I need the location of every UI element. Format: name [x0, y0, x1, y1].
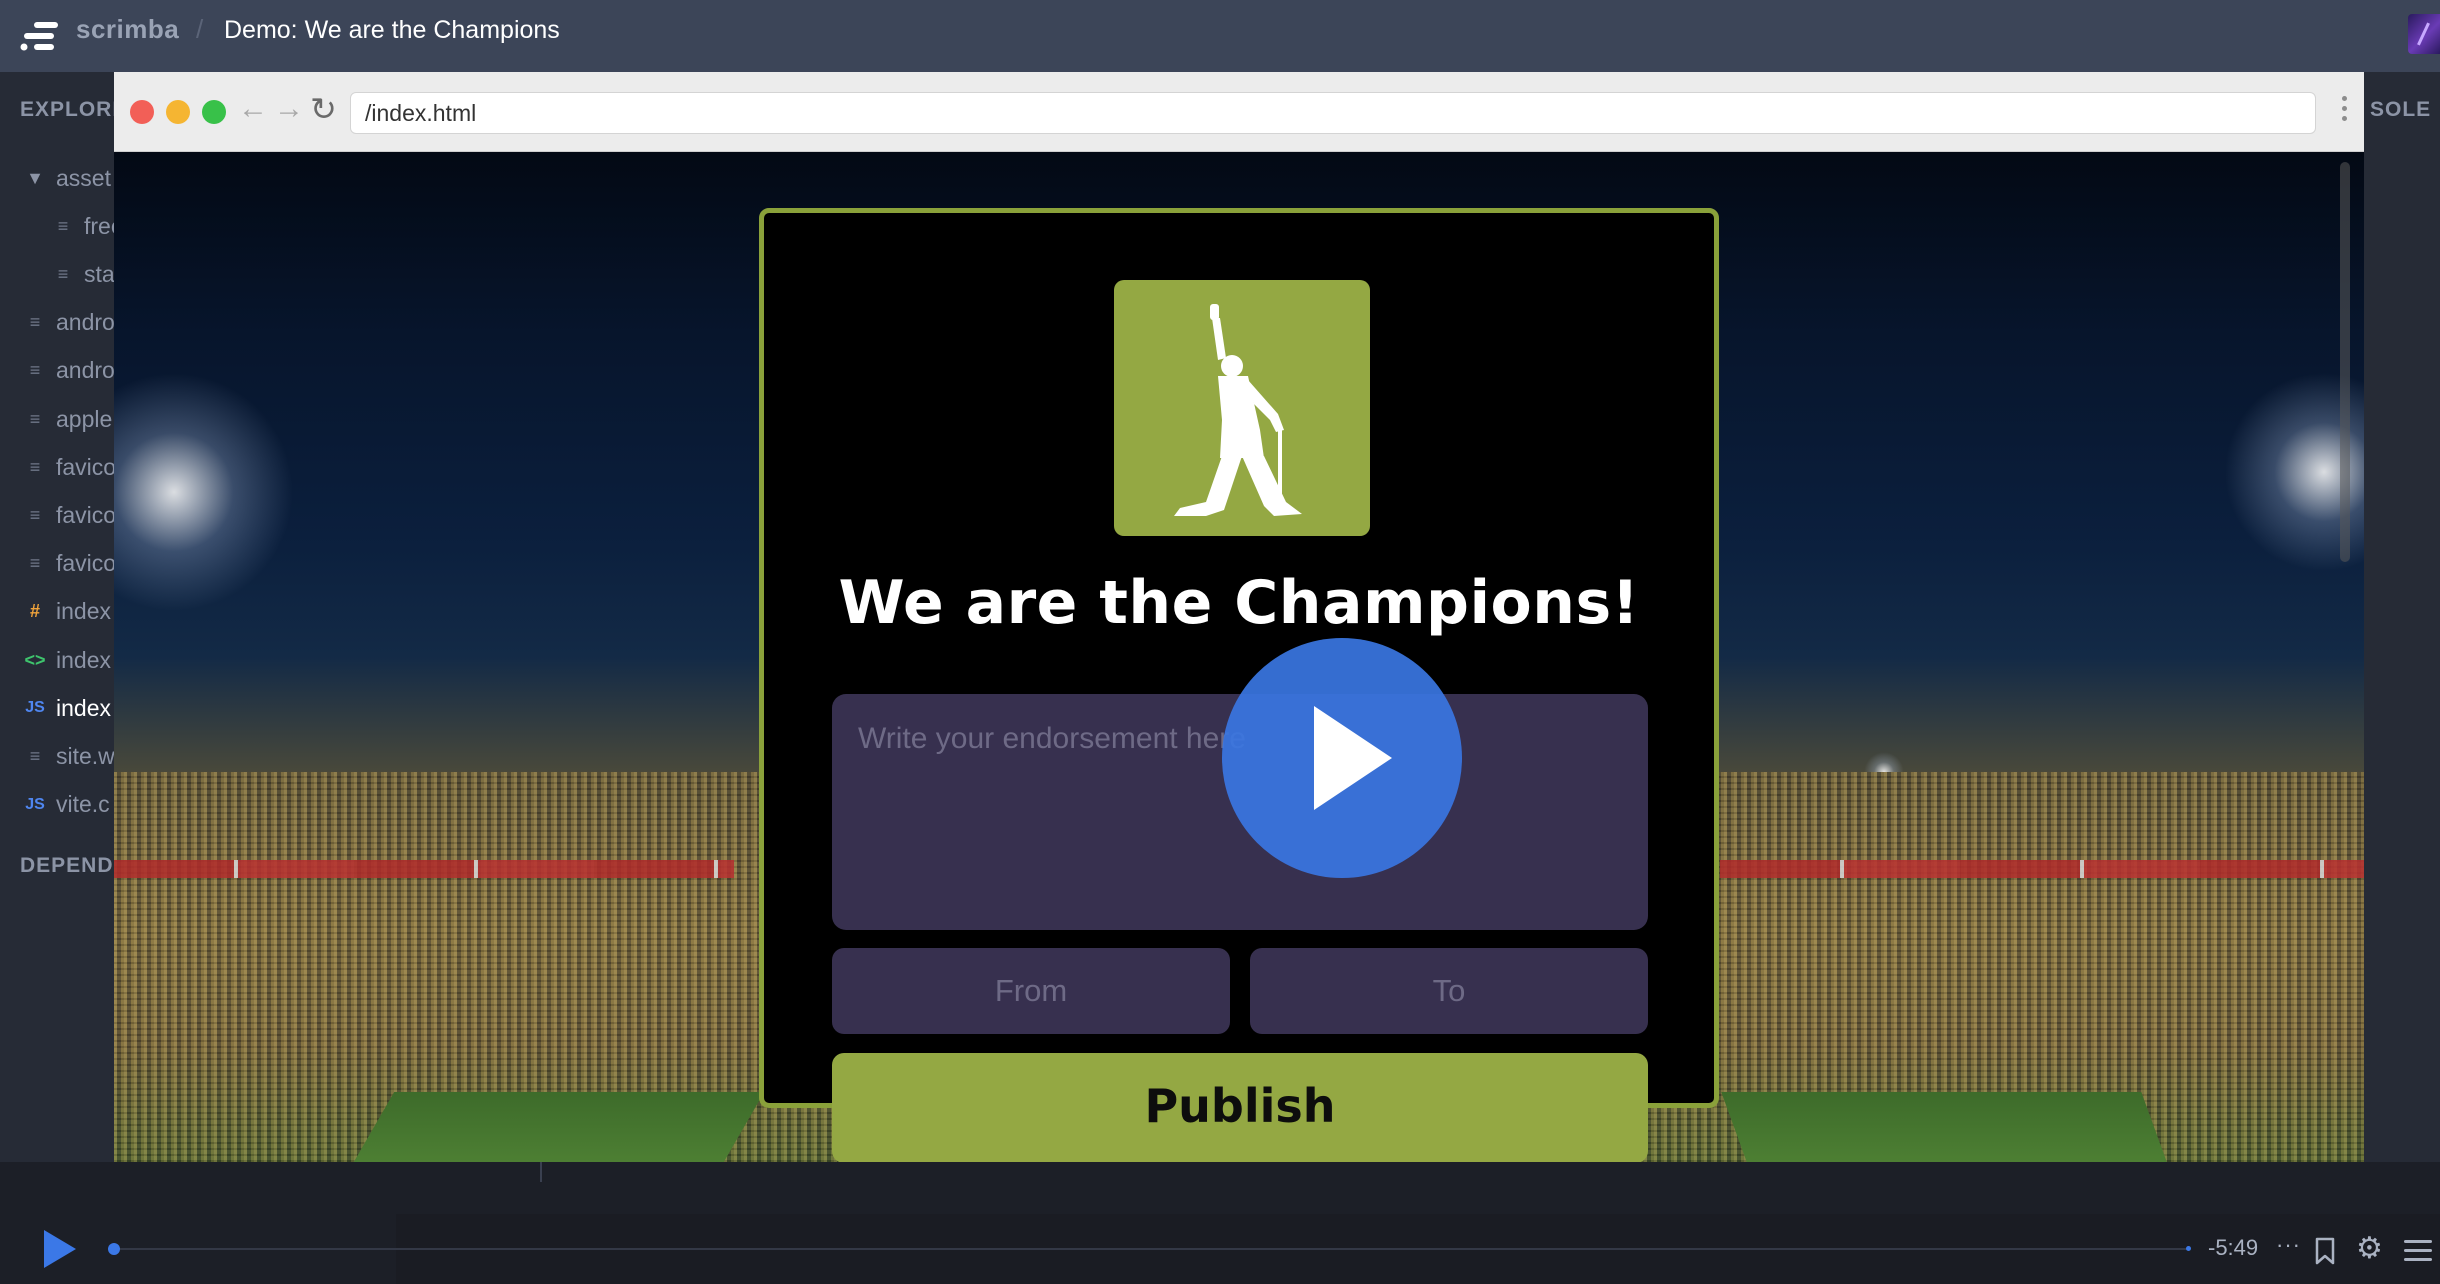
file-tree-item[interactable]: ≡ sta — [52, 250, 114, 298]
close-window-icon[interactable] — [130, 100, 154, 124]
file-tree-item-label: andro — [56, 357, 114, 384]
file-icon: ≡ — [57, 215, 69, 236]
console-tab-label[interactable]: SOLE — [2370, 98, 2431, 122]
file-tree-item[interactable]: ≡ andro — [24, 347, 114, 395]
file-icon: ≡ — [29, 408, 41, 429]
more-options-icon[interactable]: ··· — [2276, 1232, 2301, 1258]
from-input[interactable] — [832, 948, 1230, 1034]
stadium-ad-banner — [1720, 860, 2364, 878]
file-icon: ≡ — [29, 312, 41, 333]
file-tree-item-label: favico — [56, 453, 114, 480]
file-tree-item-label: index — [56, 598, 111, 625]
football-pitch — [1721, 1092, 2167, 1162]
html-code-icon: <> — [24, 649, 46, 670]
floodlight-glow — [114, 372, 294, 612]
scrim-title: Demo: We are the Champions — [224, 16, 560, 44]
file-explorer-sidebar: EXPLORE ▼ asset ≡ free ≡ sta ≡ andro ≡ andro ≡ appl… — [0, 72, 114, 1162]
file-tree-item-label: andro — [56, 309, 114, 336]
user-avatar[interactable] — [2408, 14, 2440, 54]
champion-silhouette-image — [1114, 280, 1370, 536]
settings-gear-icon[interactable]: ⚙ — [2356, 1234, 2383, 1264]
file-tree-item-label: favico — [56, 550, 114, 577]
address-bar[interactable]: /index.html — [350, 92, 2316, 134]
file-tree-item[interactable]: ≡ favico — [24, 540, 114, 588]
console-panel — [2364, 72, 2440, 1162]
stadium-ad-banner — [114, 860, 734, 878]
dependencies-section-title[interactable]: DEPEND — [20, 854, 114, 878]
publish-button[interactable]: Publish — [832, 1053, 1648, 1162]
browser-menu-icon[interactable] — [2342, 96, 2347, 126]
hamburger-menu-icon[interactable] — [2404, 1240, 2432, 1267]
progress-end-marker — [2186, 1246, 2191, 1251]
browser-toolbar: ← → ↻ /index.html — [114, 72, 2364, 152]
explorer-section-title[interactable]: EXPLORE — [20, 98, 114, 122]
file-tree-item[interactable]: ≡ andro — [24, 299, 114, 347]
folder-caret-icon: ▼ — [26, 167, 44, 188]
viewport-scrollbar[interactable] — [2340, 162, 2350, 562]
file-icon: ≡ — [29, 360, 41, 381]
file-tree-item-label: favico — [56, 501, 114, 528]
breadcrumb-separator: / — [196, 14, 204, 44]
freddie-silhouette-icon — [1174, 304, 1302, 516]
file-tree-item[interactable]: JS index — [24, 684, 111, 732]
file-icon: ≡ — [29, 456, 41, 477]
file-tree-item[interactable]: <> index — [24, 636, 111, 684]
reload-icon[interactable]: ↻ — [310, 90, 337, 128]
big-play-overlay-button[interactable] — [1222, 638, 1462, 878]
file-tree-item[interactable]: ≡ favico — [24, 491, 114, 539]
maximize-window-icon[interactable] — [202, 100, 226, 124]
file-tree-item[interactable]: ≡ free — [52, 202, 114, 250]
file-tree-item[interactable]: # index — [24, 588, 111, 636]
file-tree-item-label: asset — [56, 164, 111, 191]
to-input[interactable] — [1250, 948, 1648, 1034]
play-icon[interactable] — [44, 1230, 76, 1268]
progress-track[interactable] — [112, 1248, 2190, 1250]
mini-browser: ← → ↻ /index.html We are the Champions! … — [114, 72, 2364, 1162]
back-arrow-icon[interactable]: ← — [238, 92, 268, 126]
file-tree-item[interactable]: ≡ site.w — [24, 732, 114, 780]
file-tree-item-label: apple — [56, 405, 113, 432]
progress-thumb[interactable] — [108, 1243, 120, 1255]
bookmark-icon[interactable] — [2314, 1237, 2336, 1265]
file-tree-item-label: free — [84, 212, 114, 239]
file-tree-item-label: index — [56, 646, 111, 673]
js-icon: JS — [25, 795, 45, 813]
file-tree-item-label: index — [56, 694, 111, 721]
file-tree-item-label: vite.c — [56, 791, 110, 818]
time-remaining: -5:49 — [2208, 1235, 2259, 1260]
file-icon: ≡ — [29, 745, 41, 766]
minimize-window-icon[interactable] — [166, 100, 190, 124]
football-pitch — [353, 1092, 765, 1162]
js-icon: JS — [25, 699, 45, 717]
top-bar: scrimba / Demo: We are the Champions — [0, 0, 2440, 72]
scrimba-logo-icon[interactable] — [18, 16, 64, 56]
file-tree-item[interactable]: ▼ asset — [24, 154, 111, 202]
file-tree-item[interactable]: ≡ favico — [24, 443, 114, 491]
app-heading: We are the Champions! — [838, 568, 1640, 638]
css-hash-icon: # — [29, 601, 40, 622]
file-icon: ≡ — [29, 553, 41, 574]
forward-arrow-icon[interactable]: → — [274, 92, 304, 126]
file-tree-item-label: sta — [84, 260, 114, 287]
file-icon: ≡ — [29, 504, 41, 525]
file-tree-item[interactable]: JS vite.c — [24, 781, 110, 829]
editor-line-marker — [540, 1162, 542, 1182]
brand-name[interactable]: scrimba — [76, 14, 179, 45]
file-tree-item[interactable]: ≡ apple — [24, 395, 113, 443]
file-tree-item-label: site.w — [56, 742, 114, 769]
file-icon: ≡ — [57, 263, 69, 284]
